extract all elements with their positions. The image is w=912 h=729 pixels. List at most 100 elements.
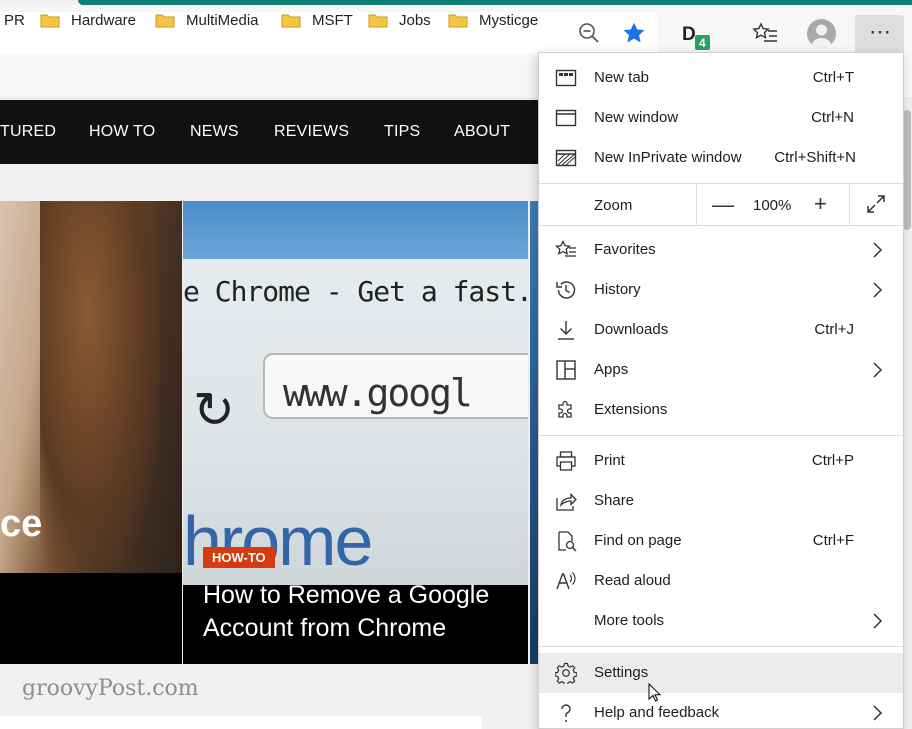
category-tag[interactable]: HOW-TO <box>203 547 275 568</box>
favorite-star-icon[interactable] <box>621 20 647 46</box>
share-icon <box>556 492 577 511</box>
article-footer <box>0 601 182 664</box>
folder-icon <box>368 14 388 28</box>
menu-item-new-inprivate-window[interactable]: New InPrivate window Ctrl+Shift+N <box>539 138 903 178</box>
apps-icon <box>556 360 576 380</box>
menu-item-shortcut: Ctrl+F <box>812 532 854 549</box>
find-icon <box>558 531 577 552</box>
zoom-in-button[interactable]: + <box>814 191 827 217</box>
menu-item-label: Favorites <box>594 241 656 258</box>
more-icon: ⋯ <box>869 19 892 44</box>
divider <box>849 184 850 225</box>
folder-icon <box>448 14 468 28</box>
photo-screen-url: www.googl <box>283 371 473 415</box>
divider <box>696 184 697 225</box>
bookmark-item[interactable]: PR <box>4 12 25 29</box>
nav-how-to[interactable]: HOW TO <box>89 123 155 141</box>
menu-item-favorites[interactable]: Favorites <box>539 230 903 270</box>
extension-icon[interactable]: D 4 <box>680 20 714 52</box>
menu-item-label: New InPrivate window <box>594 149 742 166</box>
bookmark-label: Jobs <box>399 12 431 29</box>
menu-item-settings[interactable]: Settings <box>539 653 903 693</box>
settings-and-more-button[interactable]: ⋯ <box>855 15 904 53</box>
bookmark-label: Hardware <box>71 12 137 29</box>
menu-separator <box>539 646 903 647</box>
chevron-right-icon <box>873 242 883 258</box>
nav-news[interactable]: NEWS <box>190 123 239 141</box>
menu-item-find-on-page[interactable]: Find on page Ctrl+F <box>539 521 903 561</box>
menu-item-print[interactable]: Print Ctrl+P <box>539 441 903 481</box>
chevron-right-icon <box>873 282 883 298</box>
settings-icon <box>555 662 577 684</box>
site-watermark: groovyPost.com <box>22 676 199 701</box>
history-icon <box>556 281 576 299</box>
menu-item-shortcut: Ctrl+N <box>811 109 854 126</box>
zoom-out-icon[interactable] <box>578 22 600 44</box>
article-card-left[interactable]: ce <box>0 201 182 664</box>
nav-about[interactable]: ABOUT <box>454 123 510 141</box>
menu-item-help-and-feedback[interactable]: Help and feedback <box>539 693 903 729</box>
bookmark-folder[interactable]: MSFT <box>281 12 353 29</box>
content-strip <box>0 716 482 729</box>
fullscreen-icon[interactable] <box>866 194 886 214</box>
new-tab-icon <box>555 69 577 87</box>
menu-item-label: Share <box>594 492 635 509</box>
menu-item-apps[interactable]: Apps <box>539 350 903 390</box>
menu-item-share[interactable]: Share <box>539 481 903 521</box>
help-icon <box>561 704 571 722</box>
menu-item-extensions[interactable]: Extensions <box>539 390 903 430</box>
menu-item-new-tab[interactable]: New tab Ctrl+T <box>539 58 903 98</box>
photo-screen-title: e Chrome - Get a fast... <box>183 275 528 308</box>
menu-item-label: More tools <box>594 612 665 629</box>
mouse-cursor-icon <box>648 683 662 702</box>
menu-item-label: New window <box>594 109 679 126</box>
zoom-level: 100% <box>753 197 792 214</box>
bookmark-label: MultiMedia <box>186 12 259 29</box>
bookmark-folder[interactable]: Hardware <box>40 12 136 29</box>
menu-item-label: Apps <box>594 361 629 378</box>
favorites-icon <box>555 239 576 257</box>
menu-item-shortcut: Ctrl+T <box>812 69 854 86</box>
bookmark-label: MSFT <box>312 12 353 29</box>
menu-item-label: Extensions <box>594 401 668 418</box>
menu-item-label: Downloads <box>594 321 669 338</box>
nav-reviews[interactable]: REVIEWS <box>274 123 349 141</box>
menu-item-label: Settings <box>594 664 649 681</box>
menu-item-label: History <box>594 281 641 298</box>
site-navigation: TURED HOW TO NEWS REVIEWS TIPS ABOUT <box>0 100 540 164</box>
nav-featured[interactable]: TURED <box>0 123 56 141</box>
chevron-right-icon <box>873 613 883 629</box>
menu-item-downloads[interactable]: Downloads Ctrl+J <box>539 310 903 350</box>
bookmark-folder[interactable]: Mysticge <box>448 12 538 29</box>
article-headline[interactable]: How to Remove a Google Account from Chro… <box>203 579 523 645</box>
menu-item-read-aloud[interactable]: Read aloud <box>539 561 903 601</box>
menu-item-shortcut: Ctrl+P <box>811 452 854 469</box>
favorites-hub-icon[interactable] <box>752 21 778 45</box>
bookmark-label: Mysticge <box>479 12 539 29</box>
photo-screen-word: hrome <box>183 502 373 580</box>
scrollbar-thumb[interactable] <box>903 110 911 230</box>
article-card-featured[interactable]: e Chrome - Get a fast... ↻ www.googl hro… <box>183 201 528 664</box>
bookmark-folder[interactable]: Jobs <box>368 12 431 29</box>
menu-item-shortcut: Ctrl+J <box>814 321 854 338</box>
nav-tips[interactable]: TIPS <box>384 123 420 141</box>
extensions-icon <box>558 400 572 418</box>
read-aloud-icon <box>556 572 576 590</box>
chevron-right-icon <box>873 362 883 378</box>
menu-item-label: Read aloud <box>594 572 671 589</box>
menu-item-label: Print <box>594 452 625 469</box>
menu-item-new-window[interactable]: New window Ctrl+N <box>539 98 903 138</box>
inprivate-icon <box>555 149 577 167</box>
menu-item-label: Help and feedback <box>594 704 720 721</box>
article-photo-detail <box>40 201 160 573</box>
extension-badge-count: 4 <box>699 36 706 50</box>
settings-and-more-menu: New tab Ctrl+T New window Ctrl+N New InP… <box>538 52 904 729</box>
menu-item-more-tools[interactable]: More tools <box>539 601 903 641</box>
bookmark-folder[interactable]: MultiMedia <box>155 12 259 29</box>
folder-icon <box>155 14 175 28</box>
downloads-icon <box>558 321 574 340</box>
menu-item-history[interactable]: History <box>539 270 903 310</box>
profile-avatar[interactable] <box>807 19 836 48</box>
zoom-out-button[interactable]: — <box>712 192 734 218</box>
chevron-right-icon <box>873 705 883 721</box>
